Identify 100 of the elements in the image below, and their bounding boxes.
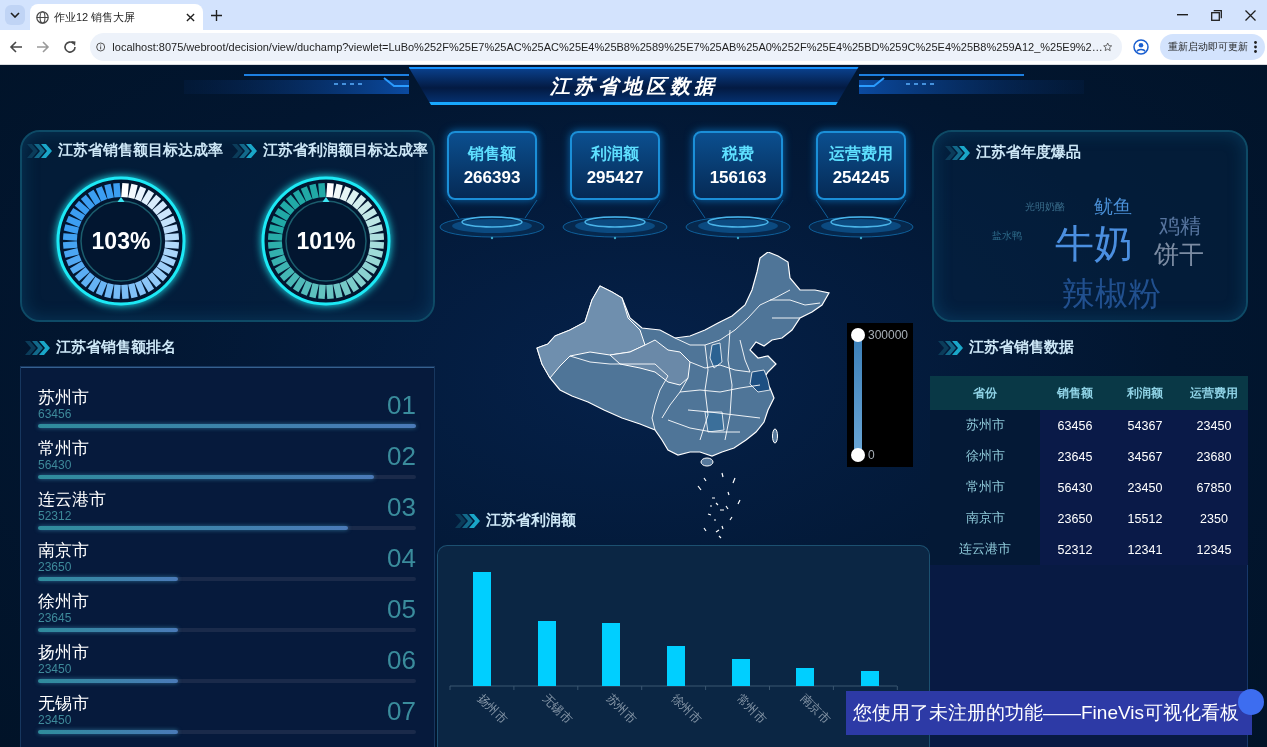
table-cell: 23450 [1110, 472, 1180, 503]
table-cell: 苏州市 [930, 410, 1040, 441]
circle-icon[interactable] [1238, 689, 1264, 715]
profile-icon[interactable] [1133, 39, 1149, 55]
reload-icon[interactable] [62, 40, 77, 54]
close-icon[interactable] [1244, 9, 1256, 21]
legend-min-label: 0 [868, 448, 876, 462]
table-cell: 67850 [1180, 472, 1248, 503]
rank-number: 05 [387, 594, 416, 623]
table-cell: 23650 [1040, 503, 1110, 534]
word-cloud-word: 辣椒粉 [1062, 277, 1161, 310]
star-icon[interactable] [1102, 40, 1112, 54]
slider-handle[interactable] [851, 328, 865, 342]
table-cell: 15512 [1110, 503, 1180, 534]
table-cell: 12345 [1180, 534, 1248, 565]
forward-arrow-icon[interactable] [35, 40, 50, 54]
table-cell: 23680 [1180, 441, 1248, 472]
table-cell: 56430 [1040, 472, 1110, 503]
chevrons-icon [455, 513, 480, 528]
bar [602, 623, 620, 686]
column-header: 运营费用 [1180, 376, 1248, 410]
kpi-label: 运营费用 [829, 143, 893, 164]
close-icon[interactable] [186, 12, 195, 22]
rank-number: 01 [387, 390, 416, 419]
city-name: 徐州市 [38, 592, 89, 611]
table-cell: 连云港市 [930, 534, 1040, 565]
kpi-label: 销售额 [468, 143, 516, 164]
kpi-value: 156163 [709, 167, 767, 188]
info-icon[interactable] [96, 40, 106, 54]
table-cell: 34567 [1110, 441, 1180, 472]
chevrons-icon [938, 340, 963, 355]
section-title: 江苏省利润额 [486, 511, 576, 530]
back-arrow-icon[interactable] [8, 40, 23, 54]
rank-number: 06 [387, 645, 416, 674]
range-slider[interactable] [851, 328, 865, 462]
rank-number: 02 [387, 441, 416, 470]
gauge-title: 江苏省销售额目标达成率 [58, 141, 223, 160]
table-cell: 63456 [1040, 410, 1110, 441]
plus-icon[interactable] [211, 10, 222, 21]
word-cloud-word: 光明奶酪 [1025, 202, 1065, 212]
column-header: 利润额 [1110, 376, 1180, 410]
gauge-value: 103% [90, 229, 152, 253]
bar [796, 668, 814, 686]
sales-value: 63456 [38, 407, 73, 421]
word-cloud-word: 牛奶 [1055, 224, 1133, 263]
sales-value: 56430 [38, 458, 73, 472]
address-bar[interactable]: localhost:8075/webroot/decision/view/duchamp?viewlet=LuBo%252F%25E7%25AC%25AC%25E4%25B8%2589%25E7%25AB%25A0%252F%25E4%25BD%259C%25E4%25B8%259A12_%25E9%2… [90, 33, 1122, 61]
word-cloud-word: 饼干 [1154, 242, 1204, 267]
update-button[interactable]: 重新启动即可更新 [1160, 34, 1265, 60]
rank-number: 04 [387, 543, 416, 572]
kpi-value: 295427 [586, 167, 644, 188]
axis-label: 无锡市 [539, 691, 576, 727]
bar [538, 621, 556, 686]
axis-label: 常州市 [733, 691, 770, 727]
chevron-down-icon [10, 12, 20, 18]
column-header: 省份 [930, 376, 1040, 410]
more-icon[interactable] [1254, 41, 1257, 53]
kpi-value: 266393 [463, 167, 521, 188]
table-cell: 23450 [1180, 410, 1248, 441]
city-name: 南京市 [38, 541, 89, 560]
globe-icon [36, 10, 49, 24]
kpi-label: 税费 [722, 143, 754, 164]
browser-tab[interactable]: 作业12 销售大屏 [30, 4, 203, 30]
table-cell: 南京市 [930, 503, 1040, 534]
chevrons-icon [27, 143, 52, 158]
table-cell: 2350 [1180, 503, 1248, 534]
tab-search-button[interactable] [5, 5, 25, 25]
slider-handle[interactable] [851, 448, 865, 462]
axis-label: 徐州市 [668, 691, 705, 727]
city-name: 无锡市 [38, 694, 89, 713]
chevrons-icon [232, 143, 257, 158]
axis-label: 南京市 [797, 691, 834, 727]
axis-label: 扬州市 [474, 691, 511, 727]
rank-number: 07 [387, 696, 416, 725]
gauge-title: 江苏省利润额目标达成率 [263, 141, 428, 160]
city-name: 连云港市 [38, 490, 106, 509]
legend-max-label: 300000 [868, 328, 909, 342]
table-cell: 23645 [1040, 441, 1110, 472]
word-cloud-word: 鱿鱼 [1094, 197, 1132, 216]
sales-value: 23650 [38, 560, 73, 574]
bar [732, 659, 750, 686]
axis-label: 苏州市 [603, 691, 640, 727]
city-name: 扬州市 [38, 643, 89, 662]
table-cell: 12341 [1110, 534, 1180, 565]
table-cell: 54367 [1110, 410, 1180, 441]
chevrons-icon [25, 340, 50, 355]
page-title: 江苏省地区数据 [549, 73, 718, 99]
table-cell: 常州市 [930, 472, 1040, 503]
sales-value: 23450 [38, 713, 73, 727]
rank-number: 03 [387, 492, 416, 521]
minimize-icon[interactable] [1176, 14, 1188, 16]
section-title: 江苏省销售数据 [969, 338, 1074, 357]
bar [861, 671, 879, 686]
sales-value: 23450 [38, 662, 73, 676]
sales-value: 23645 [38, 611, 73, 625]
word-cloud-word: 盐水鸭 [992, 231, 1022, 241]
table-cell: 52312 [1040, 534, 1110, 565]
restore-icon[interactable] [1210, 9, 1222, 21]
sales-value: 52312 [38, 509, 73, 523]
notice-text: 您使用了未注册的功能——FineVis可视化看板 [853, 701, 1239, 725]
